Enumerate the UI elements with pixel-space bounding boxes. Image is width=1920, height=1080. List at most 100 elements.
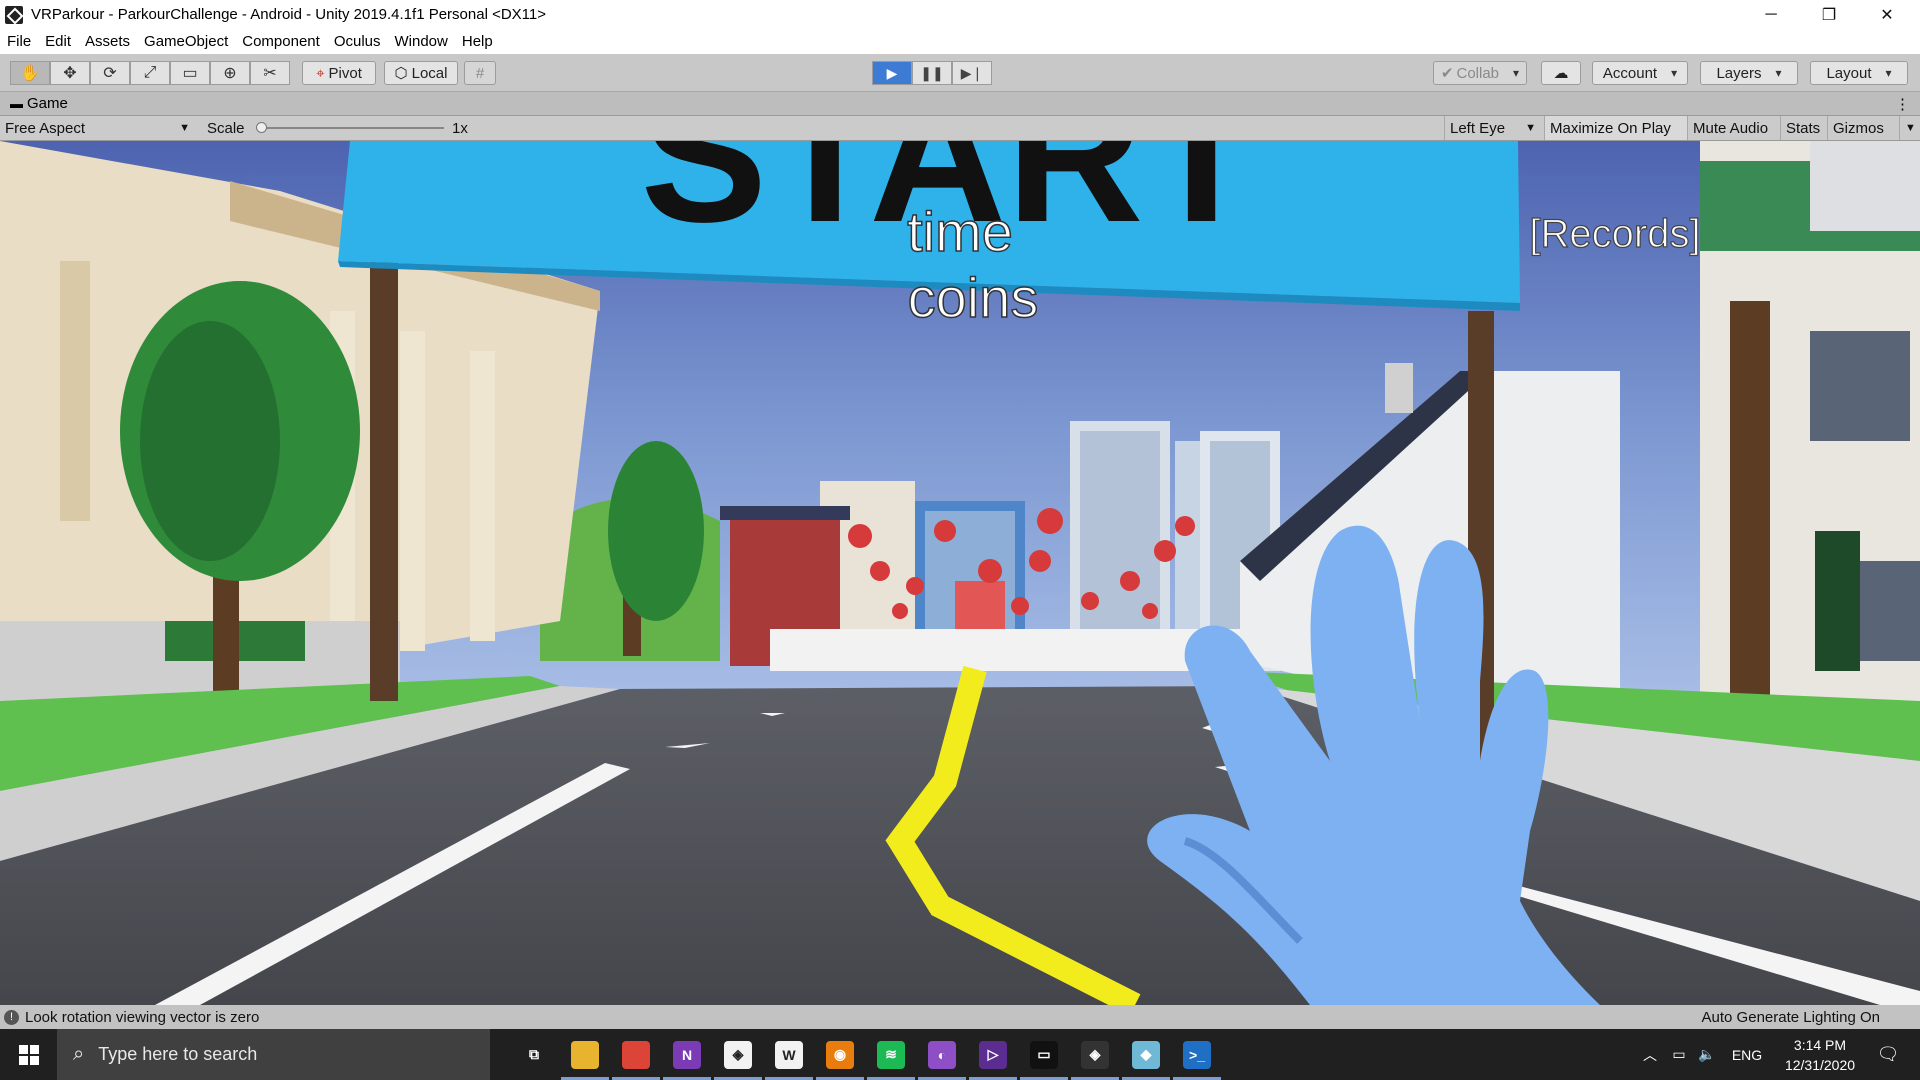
taskbar-search-input[interactable]: ⌕ Type here to search bbox=[57, 1029, 490, 1080]
maximize-label: Maximize On Play bbox=[1550, 119, 1671, 137]
aspect-dropdown[interactable]: Free Aspect ▼ bbox=[0, 116, 198, 140]
status-bar: ! Look rotation viewing vector is zero A… bbox=[0, 1005, 1920, 1029]
clock[interactable]: 3:14 PM 12/31/2020 bbox=[1775, 1029, 1865, 1080]
collab-check-icon: ✔ bbox=[1440, 65, 1454, 82]
local-toggle[interactable]: ⬡ Local bbox=[384, 61, 458, 85]
tab-game[interactable]: Game bbox=[27, 95, 68, 112]
clock-date: 12/31/2020 bbox=[1784, 1056, 1856, 1073]
menu-oculus[interactable]: Oculus bbox=[327, 33, 388, 50]
restore-button[interactable]: ❐ bbox=[1800, 0, 1858, 29]
game-view-toolbar: Free Aspect ▼ Scale 1x Left Eye ▼ Maximi… bbox=[0, 116, 1920, 141]
finish-wall bbox=[770, 629, 1240, 671]
scale-control: Scale 1x bbox=[202, 116, 482, 140]
mute-label: Mute Audio bbox=[1693, 119, 1769, 137]
scale-slider[interactable] bbox=[256, 122, 444, 133]
chrome-glyph bbox=[622, 1040, 650, 1069]
eye-dropdown[interactable]: Left Eye ▼ bbox=[1444, 116, 1544, 140]
powershell-icon[interactable]: >_ bbox=[1167, 1029, 1227, 1080]
title-bar: VRParkour - ParkourChallenge - Android -… bbox=[0, 0, 1920, 29]
menu-file[interactable]: File bbox=[0, 33, 38, 50]
menu-window[interactable]: Window bbox=[388, 33, 455, 50]
sketch-app-glyph: ◆ bbox=[1132, 1040, 1160, 1069]
tray-chevron-icon[interactable]: ︿ bbox=[1636, 1029, 1664, 1080]
transform-tool-icon[interactable]: ⊕ bbox=[210, 61, 250, 85]
mute-audio-toggle[interactable]: Mute Audio bbox=[1687, 116, 1780, 140]
pause-button[interactable]: ❚❚ bbox=[912, 61, 952, 85]
step-button[interactable]: ▶❘ bbox=[952, 61, 992, 85]
play-button[interactable]: ▶ bbox=[872, 61, 912, 85]
layout-dropdown[interactable]: Layout bbox=[1810, 61, 1908, 85]
oculus-glyph: ▭ bbox=[1030, 1040, 1058, 1069]
scale-label: Scale bbox=[207, 119, 245, 137]
stats-label: Stats bbox=[1786, 119, 1821, 137]
spotify-glyph: ≋ bbox=[877, 1040, 905, 1069]
battery-icon[interactable]: ▭ bbox=[1666, 1029, 1692, 1080]
visual-studio-glyph: ▷ bbox=[979, 1040, 1007, 1069]
word-glyph: W bbox=[775, 1040, 803, 1069]
menu-gameobject[interactable]: GameObject bbox=[137, 33, 235, 50]
window-title: VRParkour - ParkourChallenge - Android -… bbox=[31, 6, 547, 23]
hand-tool-icon[interactable]: ✋ bbox=[10, 61, 50, 85]
layers-dropdown[interactable]: Layers bbox=[1700, 61, 1798, 85]
github-desktop-glyph: ◐ bbox=[928, 1040, 956, 1069]
powershell-glyph: >_ bbox=[1183, 1040, 1211, 1069]
main-toolbar: ✋ ✥ ⟳ ⤢ ▭ ⊕ ✂ ⌖ Pivot ⬡ Local # ▶ ❚❚ ▶❘ … bbox=[0, 54, 1920, 92]
coins-label: coins bbox=[908, 266, 1039, 329]
console-message[interactable]: Look rotation viewing vector is zero bbox=[25, 1009, 259, 1026]
scale-slider-handle[interactable] bbox=[256, 122, 267, 133]
chevron-down-icon: ▼ bbox=[1525, 122, 1536, 134]
grid-snap-icon[interactable]: # bbox=[464, 61, 496, 85]
windows-start-icon[interactable] bbox=[0, 1029, 57, 1080]
warning-icon: ! bbox=[4, 1009, 19, 1025]
custom-tool-icon[interactable]: ✂ bbox=[250, 61, 290, 85]
account-label: Account bbox=[1602, 64, 1658, 82]
clock-time: 3:14 PM bbox=[1793, 1036, 1847, 1053]
language-indicator[interactable]: ENG bbox=[1722, 1029, 1772, 1080]
time-label: time bbox=[907, 200, 1013, 263]
rotate-tool-icon[interactable]: ⟳ bbox=[90, 61, 130, 85]
minimize-button[interactable]: ─ bbox=[1742, 0, 1800, 29]
panel-menu-icon[interactable]: ⋮ bbox=[1895, 95, 1910, 113]
unity-editor-window: VRParkour - ParkourChallenge - Android -… bbox=[0, 0, 1920, 1080]
cloud-icon[interactable]: ☁ bbox=[1541, 61, 1581, 85]
gizmos-label: Gizmos bbox=[1833, 119, 1884, 137]
local-icon: ⬡ bbox=[394, 65, 408, 82]
search-placeholder: Type here to search bbox=[98, 1044, 258, 1064]
collab-label: Collab bbox=[1456, 64, 1500, 82]
eye-label: Left Eye bbox=[1450, 119, 1506, 137]
account-dropdown[interactable]: Account bbox=[1592, 61, 1688, 85]
gizmos-dropdown-icon[interactable]: ▼ bbox=[1899, 116, 1920, 140]
unity-glyph: ◈ bbox=[1081, 1040, 1109, 1069]
search-icon: ⌕ bbox=[73, 1043, 85, 1065]
menu-edit[interactable]: Edit bbox=[38, 33, 78, 50]
unity-hub-glyph: ◈ bbox=[724, 1040, 752, 1069]
aspect-label: Free Aspect bbox=[5, 119, 86, 137]
gizmos-toggle[interactable]: Gizmos bbox=[1827, 116, 1899, 140]
game-view-tab-bar: ▬ Game ⋮ bbox=[0, 92, 1920, 116]
menu-bar: File Edit Assets GameObject Component Oc… bbox=[0, 29, 1920, 54]
chevron-down-icon: ▼ bbox=[179, 122, 190, 134]
lighting-status: Auto Generate Lighting On bbox=[1701, 1008, 1880, 1026]
stats-toggle[interactable]: Stats bbox=[1780, 116, 1827, 140]
menu-help[interactable]: Help bbox=[455, 33, 500, 50]
windows-taskbar: ⌕ Type here to search ⧉ N ◈ W ◉ ≋ ◐ ▷ ▭ ◈ ◆ >_ ︿ ▭ … bbox=[0, 1029, 1920, 1080]
notifications-icon[interactable]: 🗨 bbox=[1868, 1029, 1908, 1080]
gamepad-icon: ▬ bbox=[10, 96, 23, 111]
task-view-glyph: ⧉ bbox=[520, 1040, 548, 1069]
blender-glyph: ◉ bbox=[826, 1040, 854, 1069]
scale-value: 1x bbox=[452, 119, 468, 137]
records-label[interactable]: [Records] bbox=[1529, 211, 1701, 256]
volume-icon[interactable]: 🔈 bbox=[1694, 1029, 1720, 1080]
file-explorer-glyph bbox=[571, 1040, 599, 1069]
move-tool-icon[interactable]: ✥ bbox=[50, 61, 90, 85]
pivot-toggle[interactable]: ⌖ Pivot bbox=[302, 61, 376, 85]
menu-component[interactable]: Component bbox=[235, 33, 327, 50]
rect-tool-icon[interactable]: ▭ bbox=[170, 61, 210, 85]
game-viewport[interactable]: START time coins [Records] bbox=[0, 141, 1920, 1005]
scale-tool-icon[interactable]: ⤢ bbox=[130, 61, 170, 85]
close-button[interactable]: ✕ bbox=[1858, 0, 1916, 29]
collab-dropdown[interactable]: ✔ Collab bbox=[1433, 61, 1527, 85]
menu-assets[interactable]: Assets bbox=[78, 33, 137, 50]
layers-label: Layers bbox=[1716, 64, 1762, 82]
maximize-on-play-toggle[interactable]: Maximize On Play bbox=[1544, 116, 1687, 140]
